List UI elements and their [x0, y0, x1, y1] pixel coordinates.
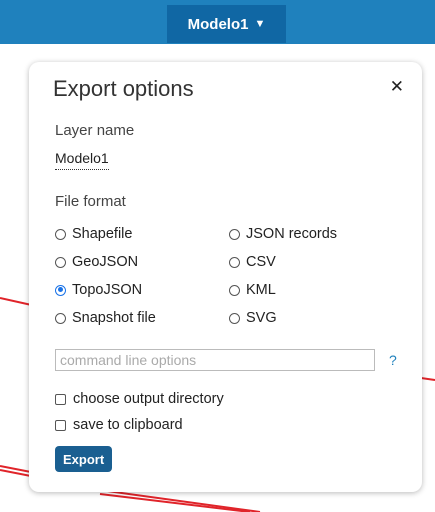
format-option-shapefile[interactable]: Shapefile [55, 226, 132, 242]
format-option-label: SVG [246, 310, 277, 326]
radio-button[interactable] [229, 256, 240, 268]
format-option-label: JSON records [246, 226, 338, 242]
help-icon[interactable]: ? [389, 352, 397, 368]
file-format-label: File format [55, 193, 126, 210]
radio-button[interactable] [55, 312, 66, 324]
format-option-label: TopoJSON [72, 282, 143, 298]
radio-button-selected[interactable] [55, 284, 66, 296]
format-option-geojson[interactable]: GeoJSON [55, 254, 138, 270]
format-option-label: GeoJSON [72, 254, 139, 270]
radio-button[interactable] [229, 312, 240, 324]
format-option-kml[interactable]: KML [229, 282, 276, 298]
layer-name-label: Layer name [55, 122, 135, 139]
export-button[interactable]: Export [55, 446, 113, 472]
save-to-clipboard-option[interactable]: save to clipboard [55, 417, 183, 433]
format-option-json-records[interactable]: JSON records [229, 226, 337, 242]
checkbox-label: save to clipboard [73, 417, 183, 433]
panel-title: Export options [53, 76, 194, 101]
format-option-label: CSV [246, 254, 276, 270]
format-option-label: Snapshot file [72, 310, 156, 326]
map-line [99, 489, 261, 512]
format-option-csv[interactable]: CSV [229, 254, 276, 270]
radio-button[interactable] [229, 284, 240, 296]
format-option-topojson[interactable]: TopoJSON [55, 282, 142, 298]
radio-button[interactable] [229, 228, 240, 240]
checkbox[interactable] [55, 419, 66, 431]
checkbox[interactable] [55, 393, 66, 405]
format-option-label: KML [246, 282, 276, 298]
layer-name-field[interactable]: Modelo1 [55, 150, 109, 170]
radio-button[interactable] [55, 228, 66, 240]
checkbox-label: choose output directory [73, 391, 224, 407]
command-line-options-input[interactable] [55, 349, 375, 371]
radio-button[interactable] [55, 256, 66, 268]
format-option-snapshot-file[interactable]: Snapshot file [55, 310, 156, 326]
format-option-label: Shapefile [72, 226, 133, 242]
close-icon[interactable]: ✕ [390, 78, 404, 95]
export-options-panel: Export options ✕ Layer name Modelo1 File… [29, 62, 422, 492]
map-line [99, 493, 251, 512]
choose-output-directory-option[interactable]: choose output directory [55, 391, 224, 407]
format-option-svg[interactable]: SVG [229, 310, 277, 326]
